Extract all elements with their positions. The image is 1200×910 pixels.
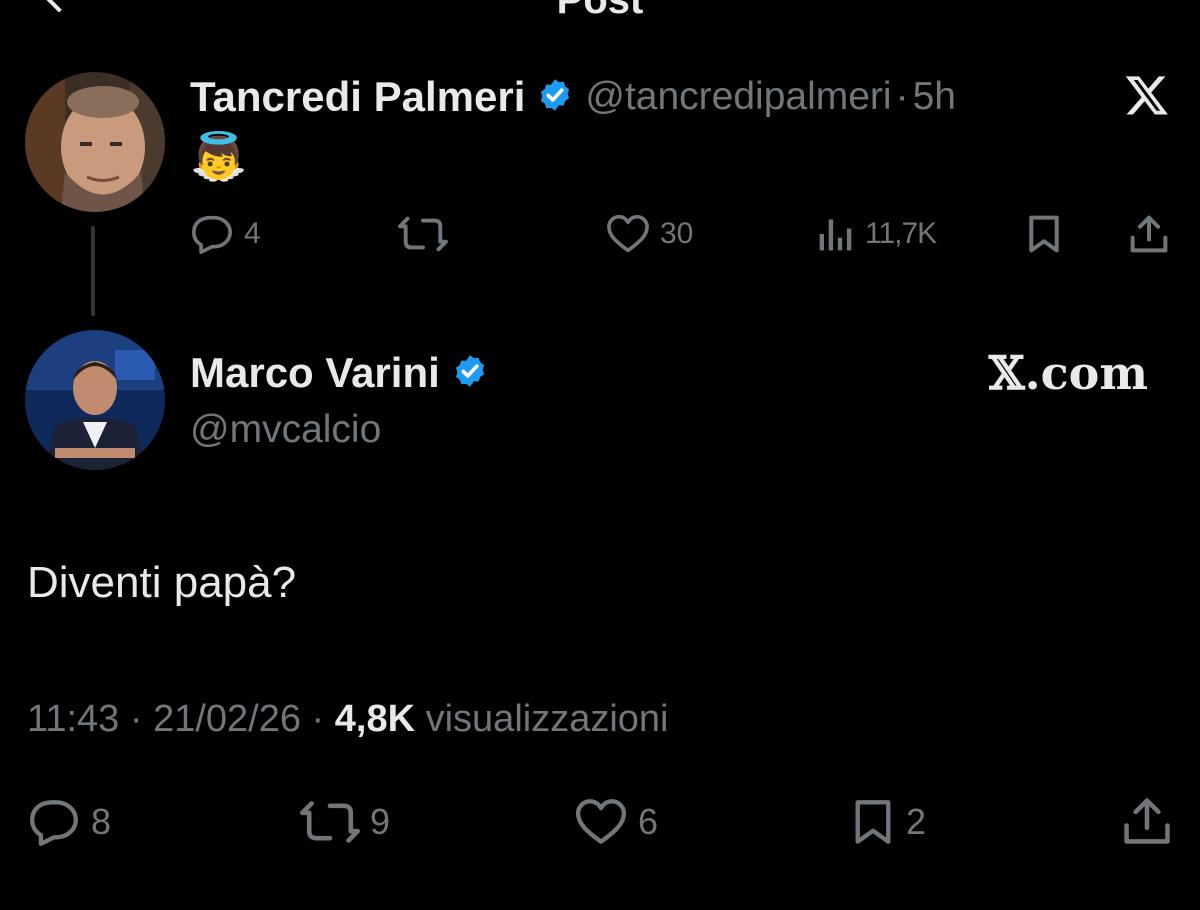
separator-dot: · [311, 698, 325, 740]
author-handle[interactable]: @mvcalcio [190, 408, 381, 452]
post-time[interactable]: 11:43 [27, 698, 119, 740]
bookmark-count: 2 [906, 801, 927, 842]
share-icon [1128, 214, 1170, 254]
like-button[interactable]: 6 [574, 798, 658, 846]
views-count: 11,7K [865, 217, 937, 250]
bookmark-button[interactable] [1026, 214, 1062, 254]
post-text: Diventi papà? [27, 558, 297, 607]
views-button[interactable]: 11,7K [817, 214, 937, 254]
post-author-row: Marco Varini [190, 346, 488, 400]
reply-button[interactable]: 4 [190, 214, 261, 254]
like-button[interactable]: 30 [606, 214, 693, 254]
repost-button[interactable]: 9 [300, 798, 390, 846]
heart-icon [574, 798, 628, 846]
views-count: 4,8K [334, 698, 416, 740]
author-handle[interactable]: @tancredipalmeri [585, 75, 891, 119]
views-label: visualizzazioni [425, 698, 669, 740]
author-name[interactable]: Tancredi Palmeri [190, 73, 525, 121]
avatar-tancredi[interactable] [25, 72, 165, 212]
reply-to-header: Tancredi Palmeri @tancredipalmeri · 5h [190, 72, 956, 122]
reply-icon [190, 214, 234, 254]
like-count: 6 [638, 801, 659, 842]
thread-connector-line [91, 226, 95, 316]
page-title: Post [556, 0, 644, 22]
separator-dot: · [129, 698, 143, 740]
share-button[interactable] [1122, 796, 1172, 846]
like-count: 30 [660, 217, 694, 250]
bookmark-button[interactable]: 2 [850, 798, 926, 846]
post-age[interactable]: 5h [913, 75, 956, 119]
repost-count: 9 [370, 801, 391, 842]
x-logo-icon[interactable] [1124, 72, 1170, 118]
reply-icon [27, 798, 81, 846]
share-icon [1122, 796, 1172, 846]
repost-icon [300, 798, 360, 846]
verified-badge-icon [452, 353, 488, 394]
bookmark-icon [850, 798, 896, 846]
post-date[interactable]: 21/02/26 [153, 698, 301, 740]
verified-badge-icon [537, 77, 573, 118]
reply-count: 8 [91, 801, 112, 842]
reply-count: 4 [244, 217, 261, 250]
analytics-icon [817, 214, 855, 254]
repost-icon [398, 214, 448, 254]
share-button[interactable] [1128, 214, 1170, 254]
repost-button[interactable] [398, 214, 448, 254]
bookmark-icon [1026, 214, 1062, 254]
heart-icon [606, 214, 650, 254]
avatar-marco[interactable] [25, 330, 165, 470]
post-meta: 11:43 · 21/02/26 · 4,8K visualizzazioni [27, 698, 669, 741]
separator-dot: · [895, 75, 909, 118]
author-name[interactable]: Marco Varini [190, 349, 440, 397]
reply-to-text: 👼 [190, 130, 248, 182]
x-com-brand: 𝕏.com [988, 346, 1148, 400]
reply-button[interactable]: 8 [27, 798, 111, 846]
